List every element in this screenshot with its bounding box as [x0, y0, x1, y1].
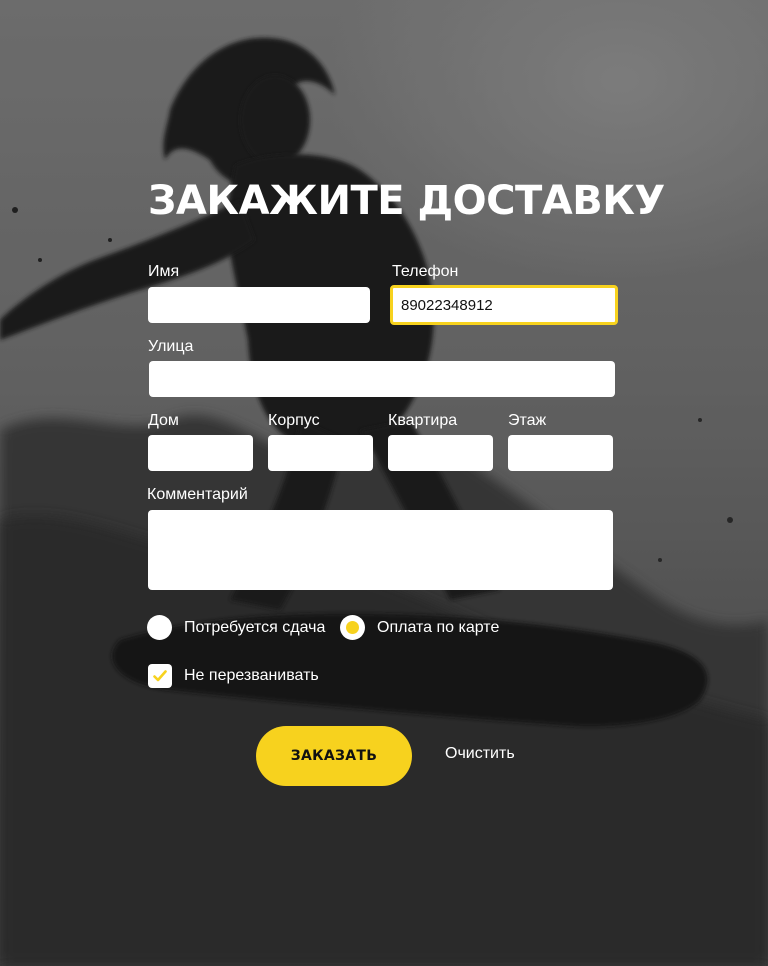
house-label: Дом	[148, 412, 179, 429]
floor-label: Этаж	[508, 412, 547, 429]
phone-input[interactable]	[390, 285, 618, 325]
check-icon	[153, 670, 167, 682]
clear-button[interactable]: Очистить	[445, 745, 515, 763]
comment-textarea[interactable]	[148, 510, 613, 590]
form-title: ЗАКАЖИТЕ ДОСТАВКУ	[148, 178, 665, 224]
floor-input[interactable]	[508, 435, 613, 471]
name-input[interactable]	[148, 287, 370, 323]
no-callback-label: Не перезванивать	[184, 667, 319, 684]
apartment-input[interactable]	[388, 435, 493, 471]
building-input[interactable]	[268, 435, 373, 471]
order-submit-button[interactable]: ЗАКАЗАТЬ	[256, 726, 412, 786]
street-label: Улица	[148, 338, 194, 355]
card-payment-label: Оплата по карте	[377, 619, 500, 636]
name-label: Имя	[148, 263, 180, 280]
comment-label: Комментарий	[147, 486, 248, 503]
card-payment-radio[interactable]	[340, 615, 365, 640]
building-label: Корпус	[268, 412, 320, 429]
street-input[interactable]	[149, 361, 615, 397]
apartment-label: Квартира	[388, 412, 458, 429]
change-required-label: Потребуется сдача	[184, 619, 326, 636]
house-input[interactable]	[148, 435, 253, 471]
phone-label: Телефон	[392, 263, 459, 280]
no-callback-checkbox[interactable]	[148, 664, 172, 688]
delivery-order-form: ЗАКАЖИТЕ ДОСТАВКУ Имя Телефон Улица Дом …	[0, 0, 768, 966]
change-required-radio[interactable]	[147, 615, 172, 640]
radio-selected-dot	[346, 621, 359, 634]
